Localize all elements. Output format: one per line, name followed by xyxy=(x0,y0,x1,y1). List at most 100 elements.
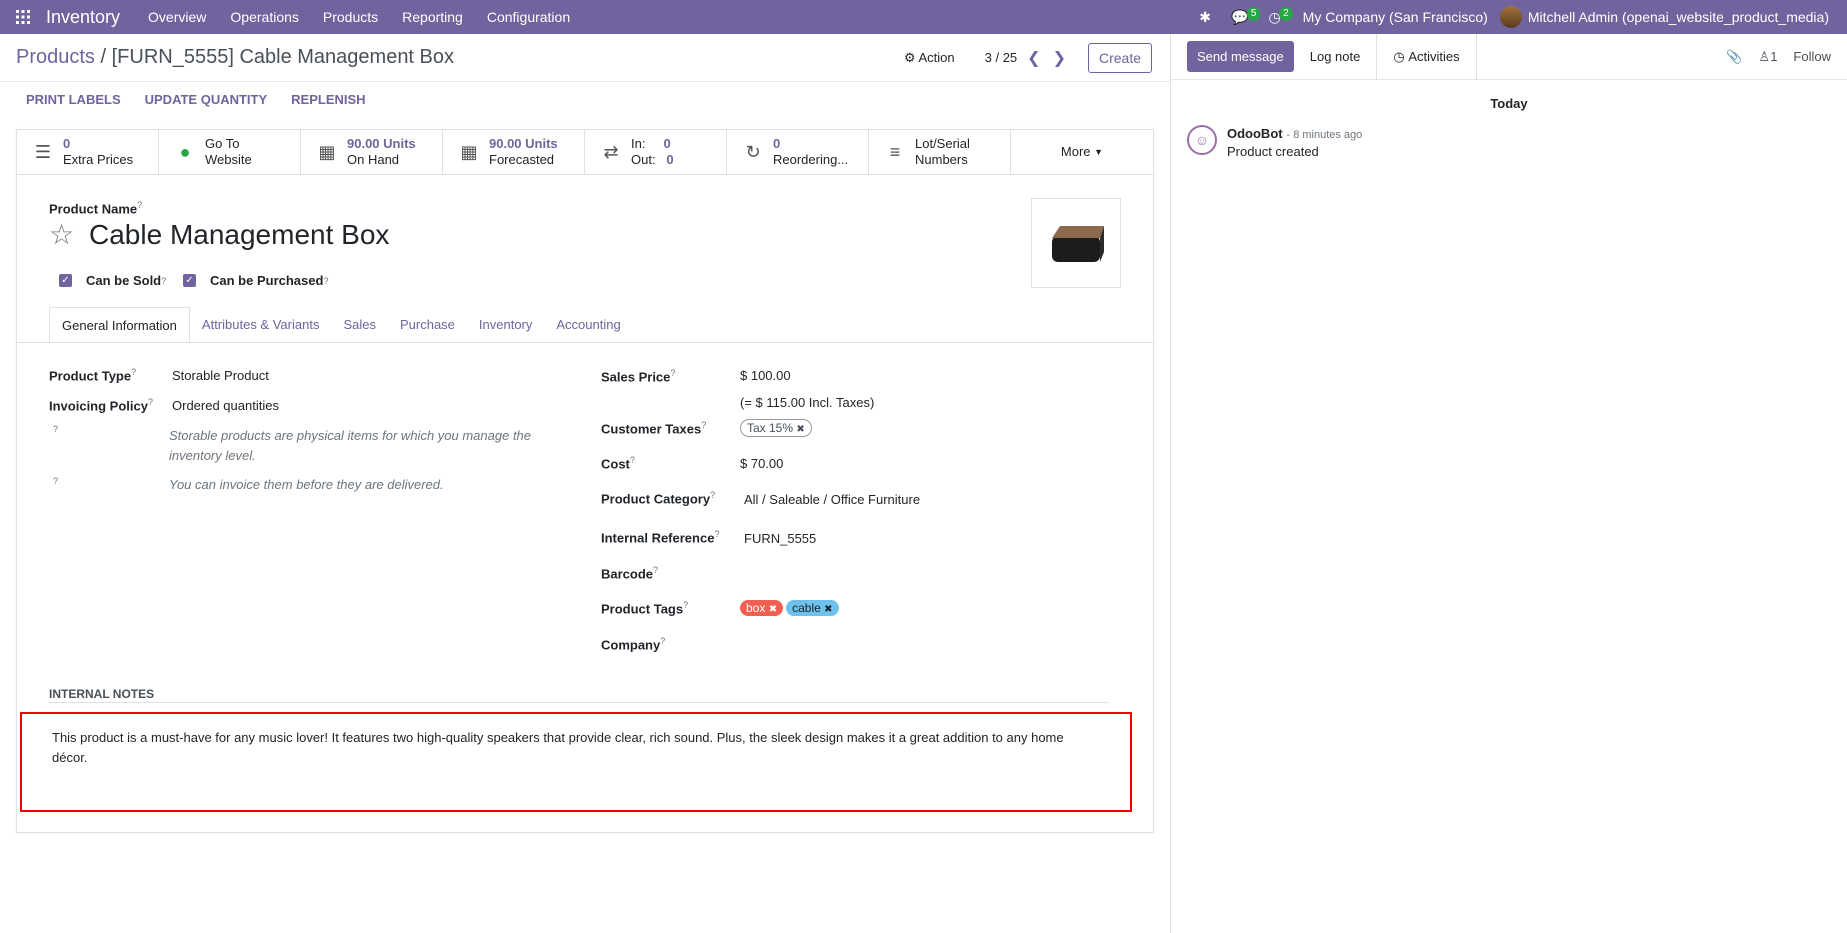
bars-icon: ≡ xyxy=(889,142,901,162)
go-to-website-button[interactable]: ● Go To Website xyxy=(159,130,301,174)
customer-taxes-label: Customer Taxes? xyxy=(601,420,707,437)
menu-products[interactable]: Products xyxy=(311,9,390,25)
tax-tag-label: Tax 15% xyxy=(747,421,794,435)
activities-clock-icon[interactable]: ◷ 2 xyxy=(1258,6,1293,26)
status-bar: PRINT LABELS UPDATE QUANTITY REPLENISH xyxy=(0,83,1170,116)
can-be-sold-checkbox[interactable]: ✓ Can be Sold? xyxy=(59,273,166,288)
activities-button[interactable]: ◷ Activities xyxy=(1376,33,1477,80)
lot-serial-button[interactable]: ≡ Lot/Serial Numbers xyxy=(869,130,1011,174)
in-out-button[interactable]: ⇄ In: 0 Out: 0 xyxy=(585,130,727,174)
on-hand-button[interactable]: ▦ 90.00 Units On Hand xyxy=(301,130,443,174)
barcode-label: Barcode? xyxy=(601,565,659,582)
product-category-field[interactable]: All / Saleable / Office Furniture xyxy=(744,492,920,507)
followers-count: 1 xyxy=(1770,48,1778,64)
on-hand-qty: 90.00 Units xyxy=(347,136,416,151)
extra-prices-count: 0 xyxy=(63,136,71,151)
cubes-icon: ▦ xyxy=(318,142,336,162)
tab-attributes-variants[interactable]: Attributes & Variants xyxy=(190,307,332,344)
menu-configuration[interactable]: Configuration xyxy=(475,9,582,25)
paperclip-icon[interactable]: 📎 xyxy=(1726,49,1742,65)
replenish-button[interactable]: REPLENISH xyxy=(279,92,377,107)
product-name-label: Product Name? xyxy=(49,200,143,217)
product-image[interactable] xyxy=(1031,198,1121,288)
forecasted-button[interactable]: ▦ 90.00 Units Forecasted xyxy=(443,130,585,174)
company-field[interactable] xyxy=(744,636,1064,654)
sales-price-field[interactable]: $ 100.00 xyxy=(740,368,791,383)
barcode-label-text: Barcode xyxy=(601,566,654,582)
reordering-button[interactable]: ↻ 0 Reordering... xyxy=(727,130,869,174)
tab-sales[interactable]: Sales xyxy=(331,307,388,344)
breadcrumb-products-link[interactable]: Products xyxy=(16,46,95,68)
create-button[interactable]: Create xyxy=(1087,42,1152,73)
send-message-button[interactable]: Send message xyxy=(1187,41,1294,72)
company-switcher[interactable]: My Company (San Francisco) xyxy=(1291,9,1500,25)
tab-general-information[interactable]: General Information xyxy=(49,307,190,344)
remove-tag-icon[interactable]: ✖ xyxy=(796,424,804,435)
debug-bug-icon[interactable]: ✱ xyxy=(1189,9,1221,26)
product-type-field[interactable]: Storable Product xyxy=(172,368,269,383)
sales-price-label: Sales Price? xyxy=(601,368,676,385)
messages-icon[interactable]: 💬 5 xyxy=(1221,6,1261,26)
pager-previous-icon[interactable]: ❮ xyxy=(1027,48,1040,68)
product-category-label: Product Category? xyxy=(601,490,716,507)
extra-prices-button[interactable]: ☰ 0 Extra Prices xyxy=(17,130,159,174)
tag-box: box ✖ xyxy=(740,600,784,616)
pager-value[interactable]: 3 / 25 xyxy=(985,50,1018,65)
form-sheet: ☰ 0 Extra Prices ● Go To Website ▦ 90.00 U… xyxy=(16,129,1154,833)
list-icon: ☰ xyxy=(34,142,52,162)
can-be-sold-label: Can be Sold xyxy=(86,273,162,288)
app-name[interactable]: Inventory xyxy=(46,7,120,28)
product-type-label: Product Type? xyxy=(49,367,137,384)
tag-cable-label: cable xyxy=(792,601,821,615)
menu-operations[interactable]: Operations xyxy=(218,9,310,25)
message-author[interactable]: OdooBot xyxy=(1227,126,1283,141)
product-tags-label-text: Product Tags xyxy=(601,601,684,617)
tab-purchase[interactable]: Purchase xyxy=(388,307,467,344)
product-name-field[interactable]: Cable Management Box xyxy=(89,219,389,251)
activities-badge: 2 xyxy=(1279,6,1293,21)
update-quantity-button[interactable]: UPDATE QUANTITY xyxy=(133,92,280,107)
forecasted-qty: 90.00 Units xyxy=(489,136,558,151)
user-name: Mitchell Admin (openai_website_product_m… xyxy=(1527,9,1829,25)
internal-reference-field[interactable]: FURN_5555 xyxy=(744,531,816,546)
menu-reporting[interactable]: Reporting xyxy=(390,9,475,25)
in-label: In: xyxy=(631,136,646,151)
extra-prices-label: Extra Prices xyxy=(63,152,134,167)
followers-button[interactable]: ♙1 xyxy=(1759,49,1778,65)
reordering-label: Reordering... xyxy=(773,152,849,167)
tab-inventory[interactable]: Inventory xyxy=(467,307,544,344)
exchange-icon: ⇄ xyxy=(603,142,619,162)
invoicing-policy-field[interactable]: Ordered quantities xyxy=(172,398,279,413)
avatar xyxy=(1499,6,1522,28)
remove-tag-icon[interactable]: ✖ xyxy=(769,604,777,615)
menu-overview[interactable]: Overview xyxy=(136,9,218,25)
product-tags-field[interactable]: box ✖ cable ✖ xyxy=(740,600,842,616)
product-category-label-text: Product Category xyxy=(601,491,711,507)
caret-down-icon: ▼ xyxy=(1094,147,1104,157)
action-button[interactable]: ⚙ Action xyxy=(904,50,955,66)
customer-taxes-field[interactable]: Tax 15% ✖ xyxy=(740,419,815,437)
tab-accounting[interactable]: Accounting xyxy=(544,307,632,344)
favorite-star-icon[interactable]: ☆ xyxy=(49,218,74,251)
go-to-label: Go To xyxy=(205,136,240,151)
barcode-field[interactable] xyxy=(744,565,1064,583)
in-value: 0 xyxy=(663,136,671,151)
apps-menu-icon[interactable] xyxy=(0,0,46,34)
top-navbar: Inventory Overview Operations Products R… xyxy=(0,0,1847,34)
cost-field[interactable]: $ 70.00 xyxy=(740,456,783,471)
cubes-icon: ▦ xyxy=(460,142,478,162)
user-menu[interactable]: Mitchell Admin (openai_website_product_m… xyxy=(1499,6,1847,28)
pager-next-icon[interactable]: ❯ xyxy=(1053,48,1066,68)
date-separator: Today xyxy=(1490,96,1528,111)
print-labels-button[interactable]: PRINT LABELS xyxy=(14,92,133,107)
incl-taxes-text: (= $ 115.00 Incl. Taxes) xyxy=(740,395,875,410)
more-dropdown[interactable]: More ▼ xyxy=(1011,130,1153,174)
can-be-purchased-checkbox[interactable]: ✓ Can be Purchased? xyxy=(183,273,328,288)
product-type-help: Storable products are physical items for… xyxy=(169,428,532,463)
log-note-button[interactable]: Log note xyxy=(1294,41,1377,72)
remove-tag-icon[interactable]: ✖ xyxy=(824,604,832,615)
tax-tag: Tax 15% ✖ xyxy=(740,419,812,437)
internal-notes-field[interactable]: This product is a must-have for any musi… xyxy=(20,712,1132,812)
form-tabs: General Information Attributes & Variant… xyxy=(49,307,633,344)
follow-button[interactable]: Follow xyxy=(1793,49,1831,64)
